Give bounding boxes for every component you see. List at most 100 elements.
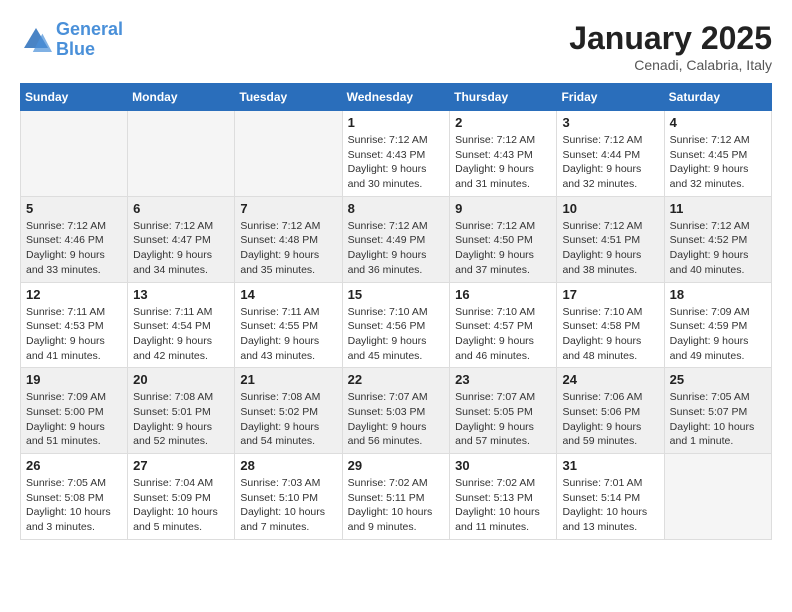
day-number: 6 [133, 201, 229, 216]
day-info: Sunrise: 7:10 AM Sunset: 4:58 PM Dayligh… [562, 305, 658, 364]
day-info: Sunrise: 7:02 AM Sunset: 5:11 PM Dayligh… [348, 476, 445, 535]
week-row-3: 12Sunrise: 7:11 AM Sunset: 4:53 PM Dayli… [21, 282, 772, 368]
day-info: Sunrise: 7:05 AM Sunset: 5:07 PM Dayligh… [670, 390, 766, 449]
day-info: Sunrise: 7:12 AM Sunset: 4:49 PM Dayligh… [348, 219, 445, 278]
day-info: Sunrise: 7:10 AM Sunset: 4:56 PM Dayligh… [348, 305, 445, 364]
calendar-cell: 13 Sunrise: 7:11 AM Sunset: 4:54 PM Dayli… [128, 282, 235, 368]
calendar-cell [128, 111, 235, 197]
day-info: Sunrise: 7:07 AM Sunset: 5:03 PM Dayligh… [348, 390, 445, 449]
day-number: 22 [348, 372, 445, 387]
day-number: 7 [240, 201, 336, 216]
day-info: Sunrise: 7:06 AM Sunset: 5:06 PM Dayligh… [562, 390, 658, 449]
day-number: 9 [455, 201, 551, 216]
calendar-cell: 11 Sunrise: 7:12 AM Sunset: 4:52 PM Dayli… [664, 196, 771, 282]
week-row-5: 26 Sunrise: 7:05 AM Sunset: 5:08 PM Dayli… [21, 454, 772, 540]
week-row-1: 1Sunrise: 7:12 AM Sunset: 4:43 PM Daylig… [21, 111, 772, 197]
day-info: Sunrise: 7:11 AM Sunset: 4:55 PM Dayligh… [240, 305, 336, 364]
weekday-header-tuesday: Tuesday [235, 84, 342, 111]
day-number: 14 [240, 287, 336, 302]
day-number: 11 [670, 201, 766, 216]
calendar-cell: 29 Sunrise: 7:02 AM Sunset: 5:11 PM Dayli… [342, 454, 450, 540]
calendar-cell: 4 Sunrise: 7:12 AM Sunset: 4:45 PM Daylig… [664, 111, 771, 197]
day-number: 17 [562, 287, 658, 302]
day-info: Sunrise: 7:12 AM Sunset: 4:51 PM Dayligh… [562, 219, 658, 278]
day-number: 20 [133, 372, 229, 387]
day-info: Sunrise: 7:10 AM Sunset: 4:57 PM Dayligh… [455, 305, 551, 364]
page-header: General Blue January 2025 Cenadi, Calabr… [20, 20, 772, 73]
day-info: Sunrise: 7:01 AM Sunset: 5:14 PM Dayligh… [562, 476, 658, 535]
day-number: 12 [26, 287, 122, 302]
calendar-cell: 6 Sunrise: 7:12 AM Sunset: 4:47 PM Daylig… [128, 196, 235, 282]
calendar-cell [664, 454, 771, 540]
location-subtitle: Cenadi, Calabria, Italy [569, 57, 772, 73]
day-info: Sunrise: 7:03 AM Sunset: 5:10 PM Dayligh… [240, 476, 336, 535]
weekday-header-monday: Monday [128, 84, 235, 111]
week-row-4: 19 Sunrise: 7:09 AM Sunset: 5:00 PM Dayli… [21, 368, 772, 454]
weekday-header-sunday: Sunday [21, 84, 128, 111]
day-info: Sunrise: 7:12 AM Sunset: 4:43 PM Dayligh… [455, 133, 551, 192]
day-info: Sunrise: 7:09 AM Sunset: 5:00 PM Dayligh… [26, 390, 122, 449]
calendar-cell [21, 111, 128, 197]
day-number: 10 [562, 201, 658, 216]
calendar-cell: 22 Sunrise: 7:07 AM Sunset: 5:03 PM Dayli… [342, 368, 450, 454]
calendar-cell: 19 Sunrise: 7:09 AM Sunset: 5:00 PM Dayli… [21, 368, 128, 454]
calendar-cell: 26 Sunrise: 7:05 AM Sunset: 5:08 PM Dayli… [21, 454, 128, 540]
day-number: 15 [348, 287, 445, 302]
calendar-cell: 10 Sunrise: 7:12 AM Sunset: 4:51 PM Dayli… [557, 196, 664, 282]
day-number: 25 [670, 372, 766, 387]
day-number: 31 [562, 458, 658, 473]
weekday-header-friday: Friday [557, 84, 664, 111]
calendar-cell: 24 Sunrise: 7:06 AM Sunset: 5:06 PM Dayli… [557, 368, 664, 454]
logo: General Blue [20, 20, 123, 60]
day-number: 13 [133, 287, 229, 302]
calendar-cell: 5Sunrise: 7:12 AM Sunset: 4:46 PM Daylig… [21, 196, 128, 282]
month-title: January 2025 [569, 20, 772, 57]
day-number: 21 [240, 372, 336, 387]
day-number: 16 [455, 287, 551, 302]
day-number: 29 [348, 458, 445, 473]
day-number: 8 [348, 201, 445, 216]
day-number: 27 [133, 458, 229, 473]
day-number: 2 [455, 115, 551, 130]
day-number: 19 [26, 372, 122, 387]
calendar-cell: 16 Sunrise: 7:10 AM Sunset: 4:57 PM Dayli… [450, 282, 557, 368]
calendar-cell: 7 Sunrise: 7:12 AM Sunset: 4:48 PM Daylig… [235, 196, 342, 282]
day-info: Sunrise: 7:12 AM Sunset: 4:44 PM Dayligh… [562, 133, 658, 192]
day-number: 4 [670, 115, 766, 130]
day-info: Sunrise: 7:11 AM Sunset: 4:54 PM Dayligh… [133, 305, 229, 364]
logo-icon [20, 24, 52, 56]
day-info: Sunrise: 7:12 AM Sunset: 4:52 PM Dayligh… [670, 219, 766, 278]
calendar-cell: 12Sunrise: 7:11 AM Sunset: 4:53 PM Dayli… [21, 282, 128, 368]
day-info: Sunrise: 7:12 AM Sunset: 4:45 PM Dayligh… [670, 133, 766, 192]
day-info: Sunrise: 7:07 AM Sunset: 5:05 PM Dayligh… [455, 390, 551, 449]
calendar-cell: 3 Sunrise: 7:12 AM Sunset: 4:44 PM Daylig… [557, 111, 664, 197]
calendar-cell: 17 Sunrise: 7:10 AM Sunset: 4:58 PM Dayli… [557, 282, 664, 368]
day-number: 24 [562, 372, 658, 387]
day-number: 5 [26, 201, 122, 216]
calendar-cell: 25 Sunrise: 7:05 AM Sunset: 5:07 PM Dayli… [664, 368, 771, 454]
day-info: Sunrise: 7:09 AM Sunset: 4:59 PM Dayligh… [670, 305, 766, 364]
calendar-cell [235, 111, 342, 197]
day-info: Sunrise: 7:05 AM Sunset: 5:08 PM Dayligh… [26, 476, 122, 535]
calendar-cell: 14 Sunrise: 7:11 AM Sunset: 4:55 PM Dayli… [235, 282, 342, 368]
day-info: Sunrise: 7:12 AM Sunset: 4:43 PM Dayligh… [348, 133, 445, 192]
calendar-cell: 21Sunrise: 7:08 AM Sunset: 5:02 PM Dayli… [235, 368, 342, 454]
day-number: 18 [670, 287, 766, 302]
calendar-cell: 1Sunrise: 7:12 AM Sunset: 4:43 PM Daylig… [342, 111, 450, 197]
day-number: 3 [562, 115, 658, 130]
day-number: 23 [455, 372, 551, 387]
week-row-2: 5Sunrise: 7:12 AM Sunset: 4:46 PM Daylig… [21, 196, 772, 282]
calendar-cell: 20 Sunrise: 7:08 AM Sunset: 5:01 PM Dayli… [128, 368, 235, 454]
calendar-cell: 2 Sunrise: 7:12 AM Sunset: 4:43 PM Daylig… [450, 111, 557, 197]
calendar-table: SundayMondayTuesdayWednesdayThursdayFrid… [20, 83, 772, 540]
day-info: Sunrise: 7:12 AM Sunset: 4:48 PM Dayligh… [240, 219, 336, 278]
day-info: Sunrise: 7:04 AM Sunset: 5:09 PM Dayligh… [133, 476, 229, 535]
day-info: Sunrise: 7:08 AM Sunset: 5:01 PM Dayligh… [133, 390, 229, 449]
calendar-cell: 18 Sunrise: 7:09 AM Sunset: 4:59 PM Dayli… [664, 282, 771, 368]
calendar-cell: 31 Sunrise: 7:01 AM Sunset: 5:14 PM Dayli… [557, 454, 664, 540]
weekday-header-saturday: Saturday [664, 84, 771, 111]
day-info: Sunrise: 7:12 AM Sunset: 4:47 PM Dayligh… [133, 219, 229, 278]
day-number: 26 [26, 458, 122, 473]
calendar-cell: 8 Sunrise: 7:12 AM Sunset: 4:49 PM Daylig… [342, 196, 450, 282]
day-number: 28 [240, 458, 336, 473]
